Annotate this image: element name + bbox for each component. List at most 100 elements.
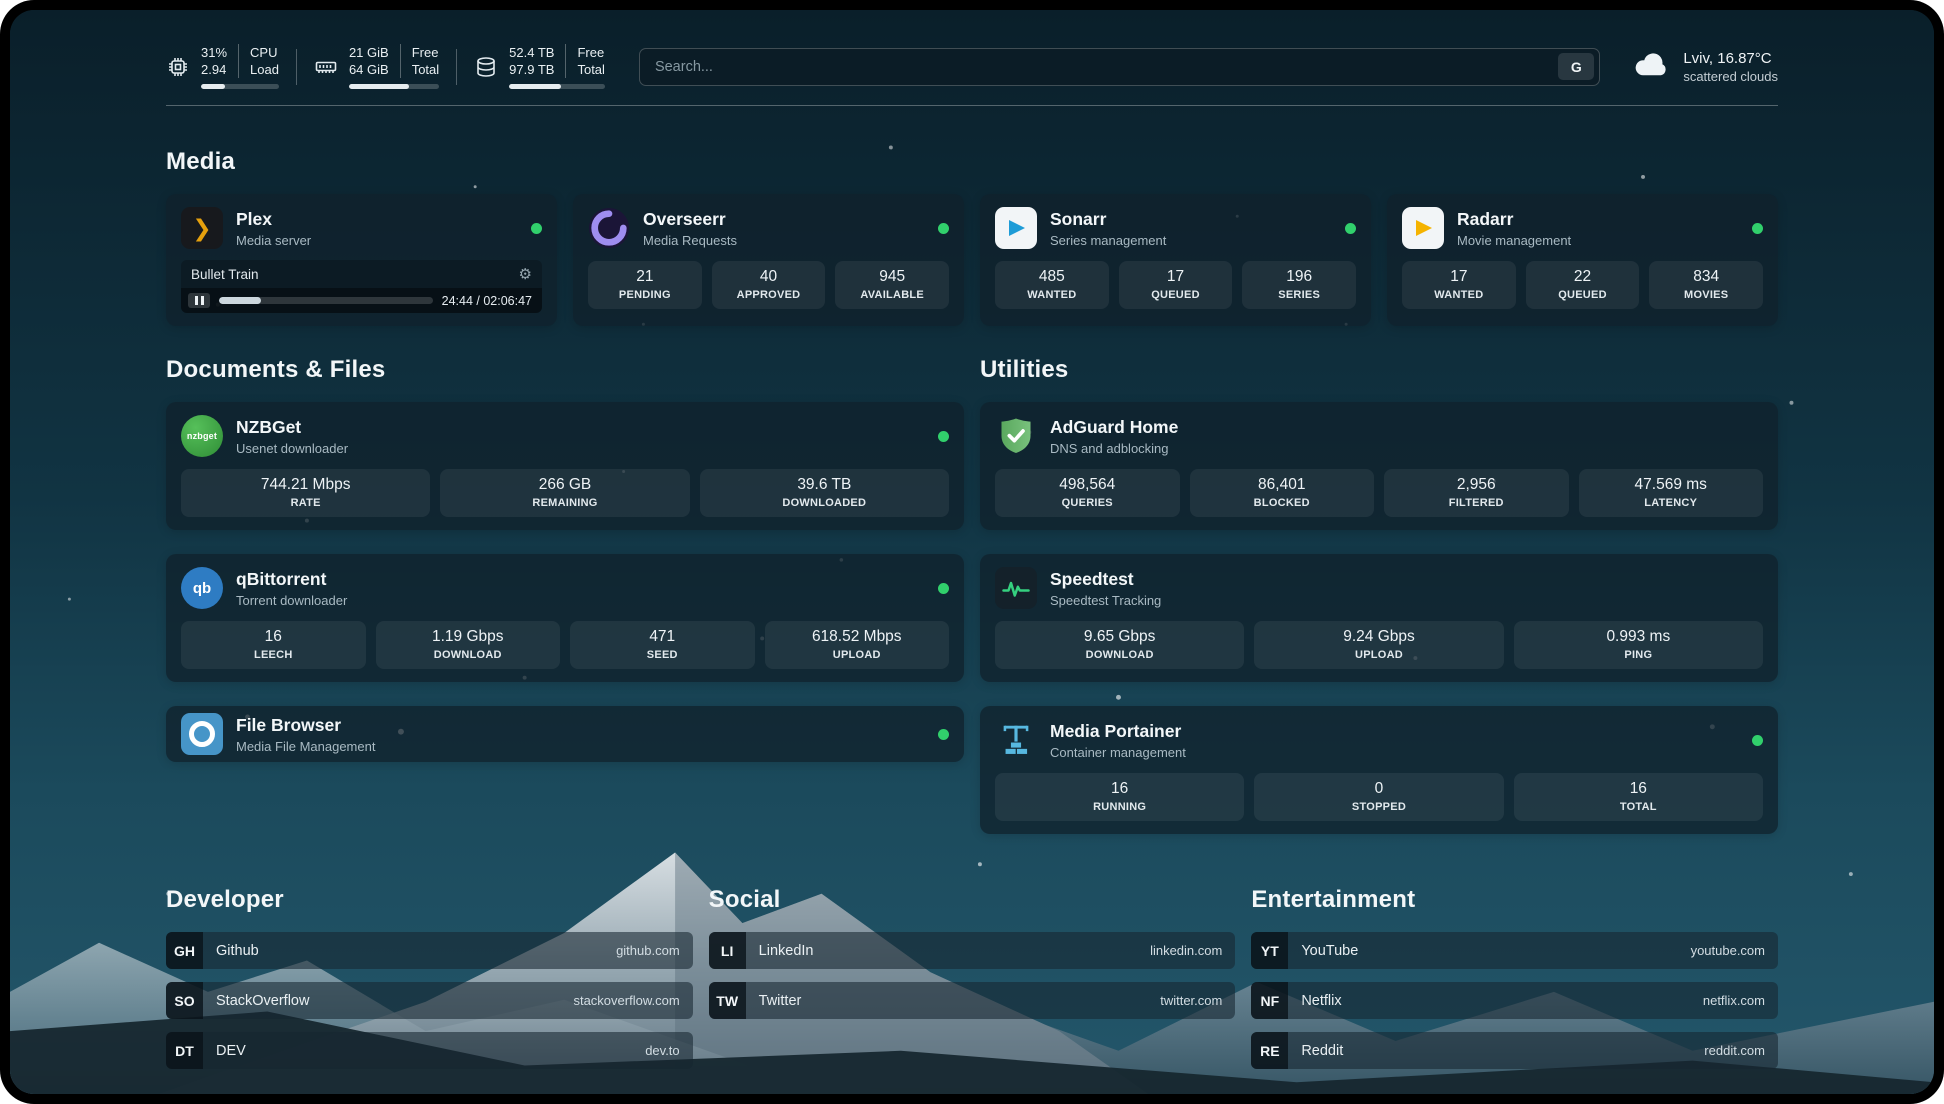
ram-icon (314, 55, 338, 79)
developer-section: Developer GH Github github.com SO StackO… (166, 886, 693, 1069)
bookmark-linkedin[interactable]: LI LinkedIn linkedin.com (709, 932, 1236, 969)
nzbget-card[interactable]: nzbget NZBGet Usenet downloader 744.21 M… (166, 402, 964, 530)
adguard-icon (995, 415, 1037, 457)
bookmark-youtube[interactable]: YT YouTube youtube.com (1251, 932, 1778, 969)
twitter-icon: TW (709, 982, 746, 1019)
reddit-icon: RE (1251, 1032, 1288, 1069)
app-title: Radarr (1457, 209, 1571, 230)
divider (400, 44, 401, 78)
disk-widget: 52.4 TB 97.9 TB Free Total (474, 44, 605, 89)
stat-rate: 744.21 Mbps RATE (181, 469, 430, 517)
speedtest-icon (995, 567, 1037, 609)
disk-free-value: 52.4 TB (509, 44, 554, 61)
stat-total: 16 TOTAL (1514, 773, 1763, 821)
status-online-dot (938, 729, 949, 740)
adguard-card[interactable]: AdGuard Home DNS and adblocking 498,564 … (980, 402, 1778, 530)
status-online-dot (1752, 223, 1763, 234)
app-title: Speedtest (1050, 569, 1161, 590)
cpu-icon (166, 55, 190, 79)
overseerr-card[interactable]: Overseerr Media Requests 21 PENDING 40 A… (573, 194, 964, 326)
app-title: File Browser (236, 715, 375, 736)
status-online-dot (938, 431, 949, 442)
stat-ping: 0.993 ms PING (1514, 621, 1763, 669)
app-title: Media Portainer (1050, 721, 1186, 742)
portainer-card[interactable]: Media Portainer Container management 16 … (980, 706, 1778, 834)
stat-downloaded: 39.6 TB DOWNLOADED (700, 469, 949, 517)
app-subtitle: Media Requests (643, 233, 737, 248)
weather-widget[interactable]: Lviv, 16.87°C scattered clouds (1634, 50, 1778, 84)
stat-available: 945 AVAILABLE (835, 261, 949, 309)
plex-card[interactable]: ❯ Plex Media server Bullet Train ⚙ (166, 194, 557, 326)
disk-label-2: Total (577, 61, 604, 78)
cpu-usage-value: 31% (201, 44, 227, 61)
disk-icon (474, 55, 498, 79)
stat-download: 9.65 Gbps DOWNLOAD (995, 621, 1244, 669)
qbittorrent-card[interactable]: qb qBittorrent Torrent downloader 16 LEE… (166, 554, 964, 682)
stat-queued: 22 QUEUED (1526, 261, 1640, 309)
sonarr-card[interactable]: Sonarr Series management 485 WANTED 17 Q… (980, 194, 1371, 326)
stat-approved: 40 APPROVED (712, 261, 826, 309)
speedtest-card[interactable]: Speedtest Speedtest Tracking 9.65 Gbps D… (980, 554, 1778, 682)
qbittorrent-icon: qb (181, 567, 223, 609)
radarr-icon (1402, 207, 1444, 249)
divider (565, 44, 566, 78)
status-online-dot (1752, 735, 1763, 746)
status-online-dot (1345, 223, 1356, 234)
settings-gear-icon[interactable]: ⚙ (519, 265, 532, 283)
stat-leech: 16 LEECH (181, 621, 366, 669)
stat-wanted: 485 WANTED (995, 261, 1109, 309)
linkedin-icon: LI (709, 932, 746, 969)
bookmark-github[interactable]: GH Github github.com (166, 932, 693, 969)
netflix-icon: NF (1251, 982, 1288, 1019)
bookmark-netflix[interactable]: NF Netflix netflix.com (1251, 982, 1778, 1019)
app-title: Plex (236, 209, 311, 230)
bookmark-dev[interactable]: DT DEV dev.to (166, 1032, 693, 1069)
memory-widget: 21 GiB 64 GiB Free Total (314, 44, 439, 89)
app-subtitle: Media File Management (236, 739, 375, 754)
sonarr-icon (995, 207, 1037, 249)
documents-section: Documents & Files nzbget NZBGet Usenet d… (166, 356, 964, 834)
dev-icon: DT (166, 1032, 203, 1069)
cpu-widget: 31% 2.94 CPU Load (166, 44, 279, 89)
stat-stopped: 0 STOPPED (1254, 773, 1503, 821)
developer-heading: Developer (166, 886, 693, 914)
app-title: NZBGet (236, 417, 348, 438)
stat-download: 1.19 Gbps DOWNLOAD (376, 621, 561, 669)
app-title: Overseerr (643, 209, 737, 230)
stat-wanted: 17 WANTED (1402, 261, 1516, 309)
media-heading: Media (166, 148, 1778, 176)
stat-upload: 9.24 Gbps UPLOAD (1254, 621, 1503, 669)
utilities-section: Utilities (980, 356, 1778, 834)
playback-progress-bar[interactable] (219, 297, 433, 304)
search-bar[interactable]: G (639, 48, 1600, 86)
radarr-card[interactable]: Radarr Movie management 17 WANTED 22 QUE… (1387, 194, 1778, 326)
now-playing-title: Bullet Train (191, 267, 259, 282)
dashboard-screen: 31% 2.94 CPU Load (10, 10, 1934, 1094)
bookmark-twitter[interactable]: TW Twitter twitter.com (709, 982, 1236, 1019)
stat-running: 16 RUNNING (995, 773, 1244, 821)
github-icon: GH (166, 932, 203, 969)
app-subtitle: Series management (1050, 233, 1166, 248)
stat-latency: 47.569 ms LATENCY (1579, 469, 1764, 517)
filebrowser-card[interactable]: File Browser Media File Management (166, 706, 964, 762)
app-title: qBittorrent (236, 569, 347, 590)
portainer-icon (995, 719, 1037, 761)
search-engine-button[interactable]: G (1558, 53, 1594, 80)
memory-progress-bar (349, 84, 439, 89)
app-subtitle: Media server (236, 233, 311, 248)
search-input[interactable] (653, 58, 1558, 76)
stat-queued: 17 QUEUED (1119, 261, 1233, 309)
entertainment-section: Entertainment YT YouTube youtube.com NF … (1251, 886, 1778, 1069)
memory-label-2: Total (412, 61, 439, 78)
bookmark-reddit[interactable]: RE Reddit reddit.com (1251, 1032, 1778, 1069)
pause-button[interactable] (188, 293, 210, 308)
cpu-label-2: Load (250, 61, 279, 78)
now-playing-block: Bullet Train ⚙ 24:44 / 02:06:47 (181, 260, 542, 313)
bookmark-stackoverflow[interactable]: SO StackOverflow stackoverflow.com (166, 982, 693, 1019)
cpu-label: CPU (250, 44, 279, 61)
cpu-progress-bar (201, 84, 279, 89)
disk-total-value: 97.9 TB (509, 61, 554, 78)
app-subtitle: Usenet downloader (236, 441, 348, 456)
media-section: Media ❯ Plex Media server Bullet Train ⚙ (166, 148, 1778, 326)
app-subtitle: Torrent downloader (236, 593, 347, 608)
